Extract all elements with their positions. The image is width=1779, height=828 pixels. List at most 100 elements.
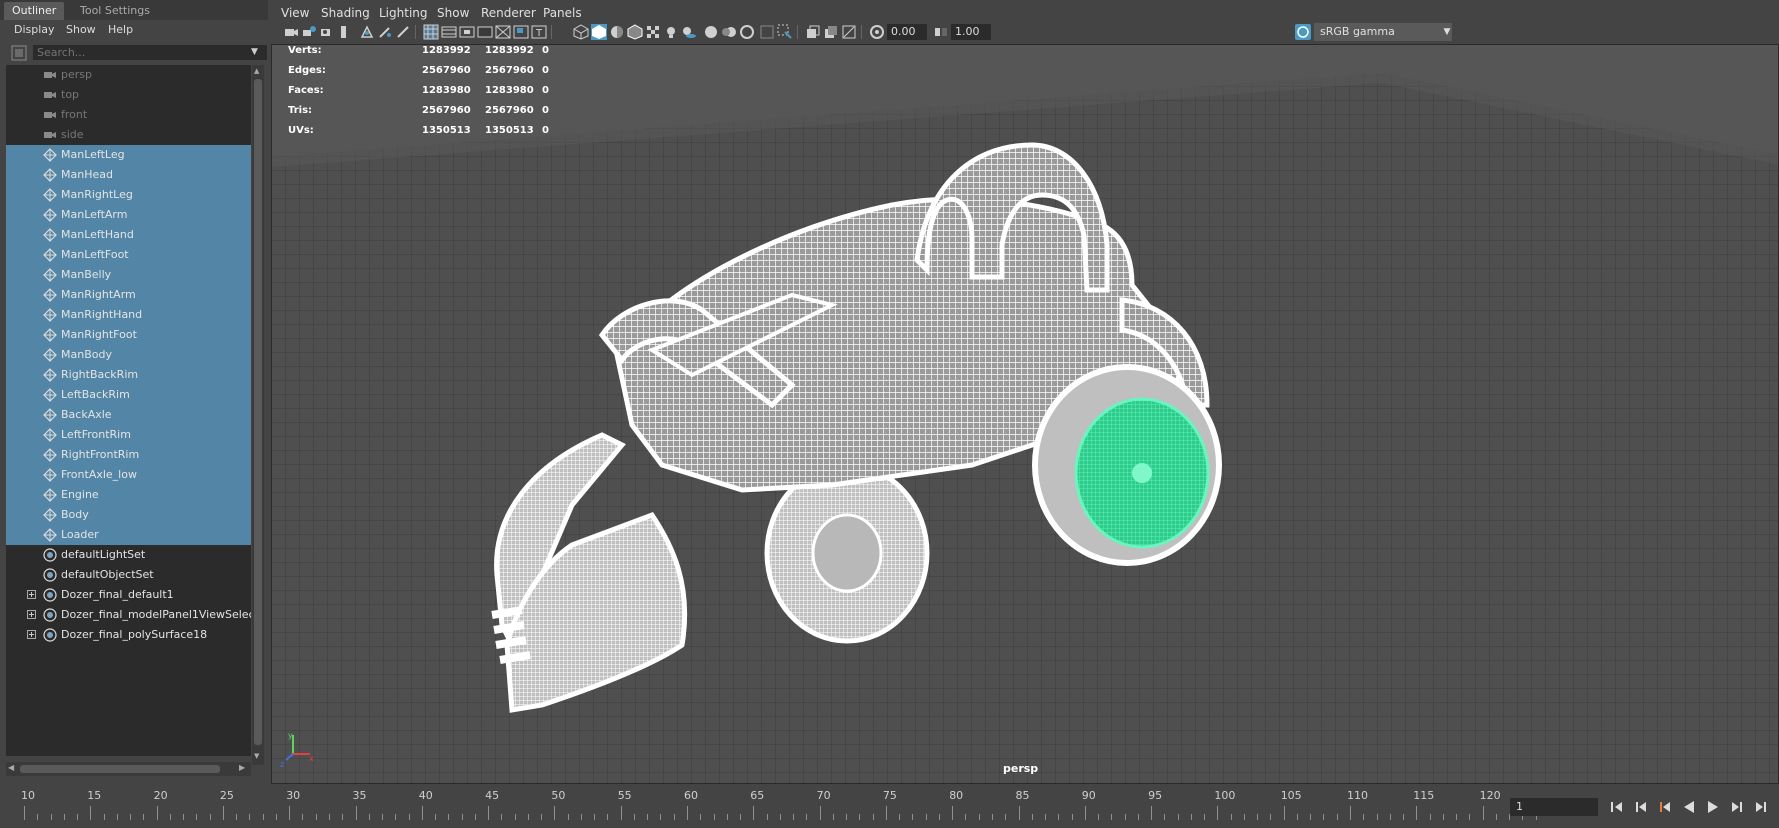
step-back-key-icon[interactable]	[1632, 798, 1650, 816]
horizontal-scrollbar[interactable]: ◀ ▶	[6, 762, 251, 776]
outliner-item[interactable]: Dozer_final_default1	[6, 585, 251, 605]
menu-lighting[interactable]: Lighting	[379, 6, 428, 20]
bookmark-camera-icon[interactable]	[319, 24, 335, 40]
menu-show[interactable]: Show	[66, 22, 96, 38]
step-back-frame-icon[interactable]	[1656, 798, 1674, 816]
outliner-item[interactable]: LeftFrontRim	[6, 425, 251, 445]
camera-attributes-icon[interactable]	[301, 24, 317, 40]
step-forward-key-icon[interactable]	[1728, 798, 1746, 816]
outliner-item[interactable]: Dozer_final_modelPanel1ViewSelecte	[6, 605, 251, 625]
scroll-thumb[interactable]	[254, 79, 262, 745]
outliner-item[interactable]: front	[6, 105, 251, 125]
scroll-left-icon[interactable]: ◀	[8, 763, 14, 772]
chevron-down-icon[interactable]: ▼	[1439, 23, 1455, 41]
menu-display[interactable]: Display	[14, 22, 55, 38]
exposure-icon[interactable]	[869, 24, 885, 40]
outliner-item[interactable]: RightFrontRim	[6, 445, 251, 465]
expand-icon[interactable]	[27, 590, 36, 599]
scroll-right-icon[interactable]: ▶	[239, 763, 245, 772]
resolution-gate-icon[interactable]	[459, 24, 475, 40]
expand-icon[interactable]	[27, 610, 36, 619]
outliner-item[interactable]: FrontAxle_low	[6, 465, 251, 485]
chevron-down-icon[interactable]: ▼	[251, 47, 258, 57]
motion-blur-icon[interactable]	[721, 24, 737, 40]
play-backward-icon[interactable]	[1680, 798, 1698, 816]
outliner-item[interactable]: ManLeftHand	[6, 225, 251, 245]
scroll-up-icon[interactable]: ▲	[254, 67, 259, 75]
menu-help[interactable]: Help	[108, 22, 133, 38]
xray-icon[interactable]	[805, 24, 821, 40]
depth-of-field-icon[interactable]	[759, 24, 775, 40]
menu-view[interactable]: View	[281, 6, 309, 20]
outliner-item[interactable]: Body	[6, 505, 251, 525]
xray-joints-icon[interactable]	[841, 24, 857, 40]
outliner-item[interactable]: ManLeftArm	[6, 205, 251, 225]
safe-title-icon[interactable]: T	[531, 24, 547, 40]
safe-action-icon[interactable]	[513, 24, 529, 40]
scroll-thumb-horizontal[interactable]	[20, 765, 220, 773]
gate-mask-icon[interactable]	[477, 24, 493, 40]
view-transform-icon[interactable]	[1295, 24, 1311, 40]
scene-canvas[interactable]: y x z	[272, 45, 1779, 784]
go-to-end-icon[interactable]	[1752, 798, 1770, 816]
textured-icon[interactable]	[645, 24, 661, 40]
outliner-item[interactable]: RightBackRim	[6, 365, 251, 385]
viewport-3d[interactable]: y x z Verts: 1283992 1283992 0 Edges: 2567960…	[271, 44, 1779, 784]
pencil-icon[interactable]	[395, 24, 411, 40]
wireframe-icon[interactable]	[573, 24, 589, 40]
2d-pan-zoom-icon[interactable]	[359, 24, 375, 40]
ambient-occlusion-icon[interactable]	[703, 24, 719, 40]
outliner-item[interactable]: LeftBackRim	[6, 385, 251, 405]
menu-renderer[interactable]: Renderer	[481, 6, 536, 20]
lights-icon[interactable]	[663, 24, 679, 40]
outliner-item[interactable]: ManRightHand	[6, 305, 251, 325]
expand-icon[interactable]	[27, 630, 36, 639]
camera-icon[interactable]	[283, 24, 299, 40]
outliner-item[interactable]: ManLeftFoot	[6, 245, 251, 265]
color-space-dropdown[interactable]: sRGB gamma	[1314, 23, 1452, 41]
outliner-item[interactable]: defaultObjectSet	[6, 565, 251, 585]
outliner-item[interactable]: defaultLightSet	[6, 545, 251, 565]
vertical-scrollbar[interactable]: ▲ ▼	[252, 65, 264, 765]
outliner-item[interactable]: ManHead	[6, 165, 251, 185]
filter-icon[interactable]	[11, 45, 27, 61]
isolate-select-icon[interactable]	[777, 24, 793, 40]
wireframe-on-shaded-icon[interactable]	[627, 24, 643, 40]
shadows-icon[interactable]	[681, 24, 697, 40]
outliner-item[interactable]: ManBody	[6, 345, 251, 365]
outliner-item[interactable]: persp	[6, 65, 251, 85]
gamma-icon[interactable]	[933, 24, 949, 40]
scroll-down-icon[interactable]: ▼	[254, 752, 259, 760]
film-gate-icon[interactable]	[441, 24, 457, 40]
outliner-item[interactable]: top	[6, 85, 251, 105]
tab-outliner[interactable]: Outliner	[4, 2, 65, 20]
outliner-item[interactable]: Dozer_final_polySurface18	[6, 625, 251, 645]
current-frame-field[interactable]: 1	[1510, 798, 1598, 816]
outliner-item[interactable]: side	[6, 125, 251, 145]
outliner-item[interactable]: ManBelly	[6, 265, 251, 285]
outliner-item[interactable]: Engine	[6, 485, 251, 505]
menu-show-panel[interactable]: Show	[437, 6, 469, 20]
outliner-item[interactable]: ManRightArm	[6, 285, 251, 305]
image-plane-icon[interactable]	[337, 24, 353, 40]
outliner-item[interactable]: BackAxle	[6, 405, 251, 425]
play-forward-icon[interactable]	[1704, 798, 1722, 816]
search-input[interactable]	[33, 45, 267, 60]
outliner-item[interactable]: Loader	[6, 525, 251, 545]
menu-shading[interactable]: Shading	[321, 6, 370, 20]
menu-panels[interactable]: Panels	[543, 6, 582, 20]
time-slider[interactable]: 10 15 20 25 30 35 40 45 50 55 60 65 70 75 80 85 90 95 100 1…	[0, 786, 1537, 826]
exposure-field[interactable]: 0.00	[887, 24, 927, 40]
gamma-field[interactable]: 1.00	[951, 24, 991, 40]
grid-icon[interactable]	[423, 24, 439, 40]
field-chart-icon[interactable]	[495, 24, 511, 40]
outliner-item[interactable]: ManRightFoot	[6, 325, 251, 345]
grease-pencil-icon[interactable]	[377, 24, 393, 40]
anti-aliasing-icon[interactable]	[739, 24, 755, 40]
tab-tool-settings[interactable]: Tool Settings	[72, 2, 158, 20]
go-to-start-icon[interactable]	[1608, 798, 1626, 816]
outliner-item[interactable]: ManRightLeg	[6, 185, 251, 205]
outliner-item[interactable]: ManLeftLeg	[6, 145, 251, 165]
smooth-shade-icon[interactable]	[591, 24, 607, 40]
default-material-icon[interactable]	[609, 24, 625, 40]
